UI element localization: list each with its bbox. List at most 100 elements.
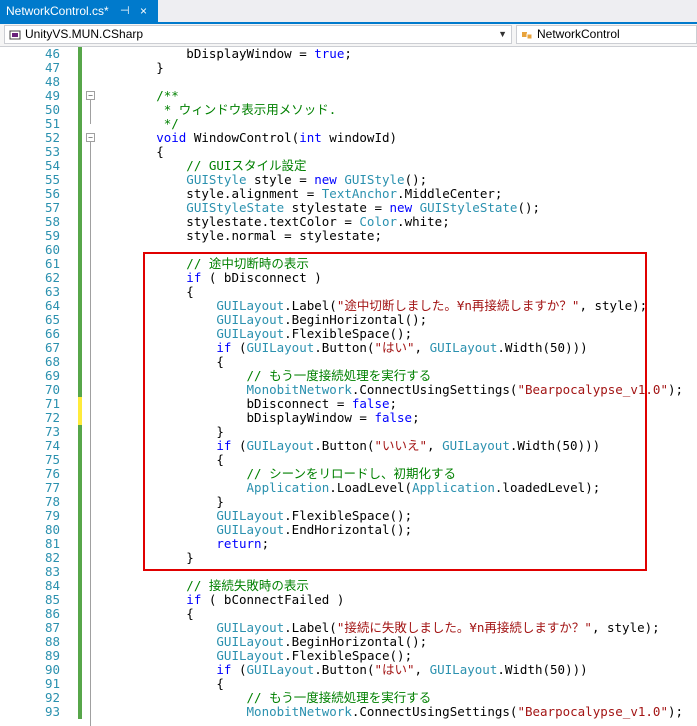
- change-marker: [78, 117, 82, 131]
- code-text: MonobitNetwork.ConnectUsingSettings("Bea…: [96, 382, 684, 397]
- collapse-icon[interactable]: −: [86, 91, 95, 100]
- code-line[interactable]: 64 GUILayout.Label("途中切断しました。¥n再接続しますか？"…: [0, 299, 697, 313]
- code-line[interactable]: 91 {: [0, 677, 697, 691]
- code-line[interactable]: 76 // シーンをリロードし、初期化する: [0, 467, 697, 481]
- code-line[interactable]: 81 return;: [0, 537, 697, 551]
- code-line[interactable]: 68 {: [0, 355, 697, 369]
- code-line[interactable]: 50 * ウィンドウ表示用メソッド.: [0, 103, 697, 117]
- code-line[interactable]: 52 − void WindowControl(int windowId): [0, 131, 697, 145]
- code-line[interactable]: 58 stylestate.textColor = Color.white;: [0, 215, 697, 229]
- class-dropdown[interactable]: NetworkControl: [516, 25, 697, 44]
- code-line[interactable]: 84 // 接続失敗時の表示: [0, 579, 697, 593]
- code-line[interactable]: 46 bDisplayWindow = true;: [0, 47, 697, 61]
- code-text: stylestate.textColor = Color.white;: [96, 214, 450, 229]
- code-line[interactable]: 83: [0, 565, 697, 579]
- code-line[interactable]: 57 GUIStyleState stylestate = new GUISty…: [0, 201, 697, 215]
- line-number: 68: [44, 354, 60, 369]
- code-line[interactable]: 88 GUILayout.BeginHorizontal();: [0, 635, 697, 649]
- change-marker: [78, 229, 82, 243]
- code-editor[interactable]: 46 bDisplayWindow = true; 47 } 48 49− /** 50…: [0, 47, 697, 726]
- code-line[interactable]: 75 {: [0, 453, 697, 467]
- code-line[interactable]: 77 Application.LoadLevel(Application.loa…: [0, 481, 697, 495]
- code-text: if (GUILayout.Button("いいえ", GUILayout.Wi…: [96, 438, 601, 453]
- line-number: 75: [44, 452, 60, 467]
- line-number: 64: [44, 298, 60, 313]
- change-marker: [78, 495, 82, 509]
- change-marker: [78, 369, 82, 383]
- code-line[interactable]: 53 {: [0, 145, 697, 159]
- line-number: 52: [44, 130, 60, 145]
- code-line[interactable]: 59 style.normal = stylestate;: [0, 229, 697, 243]
- code-line[interactable]: 78 }: [0, 495, 697, 509]
- code-line[interactable]: 54 // GUIスタイル設定: [0, 159, 697, 173]
- line-number: 50: [44, 102, 60, 117]
- code-line[interactable]: 49 − /**: [0, 89, 697, 103]
- code-text: void WindowControl(int windowId): [96, 130, 398, 145]
- code-line[interactable]: 86 {: [0, 607, 697, 621]
- change-marker: [78, 607, 82, 621]
- change-marker: [78, 705, 82, 719]
- csharp-project-icon: [9, 30, 21, 40]
- code-line[interactable]: 85 if ( bConnectFailed ): [0, 593, 697, 607]
- code-text: style.normal = stylestate;: [96, 228, 382, 243]
- code-line[interactable]: 70 MonobitNetwork.ConnectUsingSettings("…: [0, 383, 697, 397]
- line-number: 79: [44, 508, 60, 523]
- code-text: GUILayout.BeginHorizontal();: [96, 634, 428, 649]
- code-text: style.alignment = TextAnchor.MiddleCente…: [96, 186, 503, 201]
- code-line[interactable]: 67 if (GUILayout.Button("はい", GUILayout.…: [0, 341, 697, 355]
- change-marker: [78, 453, 82, 467]
- change-marker: [78, 649, 82, 663]
- change-marker: [78, 467, 82, 481]
- navigation-bar: UnityVS.MUN.CSharp ▼ NetworkControl: [0, 24, 697, 47]
- change-marker: [78, 677, 82, 691]
- code-line[interactable]: 74 if (GUILayout.Button("いいえ", GUILayout…: [0, 439, 697, 453]
- line-number: 90: [44, 662, 60, 677]
- code-text: {: [96, 144, 164, 159]
- code-line[interactable]: 82 }: [0, 551, 697, 565]
- code-text: {: [96, 676, 224, 691]
- code-line[interactable]: 60: [0, 243, 697, 257]
- code-line[interactable]: 72 bDisplayWindow = false;: [0, 411, 697, 425]
- change-marker: [78, 691, 82, 705]
- project-name: UnityVS.MUN.CSharp: [25, 27, 144, 41]
- code-line[interactable]: 69 // もう一度接続処理を実行する: [0, 369, 697, 383]
- code-line[interactable]: 71 bDisconnect = false;: [0, 397, 697, 411]
- code-line[interactable]: 87 GUILayout.Label("接続に失敗しました。¥n再接続しますか？…: [0, 621, 697, 635]
- code-line[interactable]: 90 if (GUILayout.Button("はい", GUILayout.…: [0, 663, 697, 677]
- change-marker: [78, 621, 82, 635]
- pin-icon[interactable]: ⊣: [120, 0, 130, 22]
- change-marker: [78, 383, 82, 397]
- code-line[interactable]: 47 }: [0, 61, 697, 75]
- collapse-icon[interactable]: −: [86, 133, 95, 142]
- code-line[interactable]: 79 GUILayout.FlexibleSpace();: [0, 509, 697, 523]
- code-text: // GUIスタイル設定: [96, 158, 307, 173]
- fold-guide: [90, 142, 91, 726]
- line-number: 83: [44, 564, 60, 579]
- code-line[interactable]: 89 GUILayout.FlexibleSpace();: [0, 649, 697, 663]
- code-line[interactable]: 48: [0, 75, 697, 89]
- code-line[interactable]: 93 MonobitNetwork.ConnectUsingSettings("…: [0, 705, 697, 719]
- close-icon[interactable]: ×: [140, 0, 147, 22]
- code-text: {: [96, 354, 224, 369]
- change-marker: [78, 439, 82, 453]
- code-line[interactable]: 61 // 途中切断時の表示: [0, 257, 697, 271]
- code-line[interactable]: 62 if ( bDisconnect ): [0, 271, 697, 285]
- code-text: }: [96, 550, 194, 565]
- tab-title: NetworkControl.cs*: [6, 4, 109, 18]
- code-line[interactable]: 55 GUIStyle style = new GUIStyle();: [0, 173, 697, 187]
- code-line[interactable]: 73 }: [0, 425, 697, 439]
- code-line[interactable]: 80 GUILayout.EndHorizontal();: [0, 523, 697, 537]
- tab-networkcontrol[interactable]: NetworkControl.cs* ⊣ ×: [0, 0, 158, 22]
- code-line[interactable]: 51 */: [0, 117, 697, 131]
- change-marker: [78, 61, 82, 75]
- code-line[interactable]: 66 GUILayout.FlexibleSpace();: [0, 327, 697, 341]
- code-text: // シーンをリロードし、初期化する: [96, 466, 456, 481]
- line-number: 82: [44, 550, 60, 565]
- code-line[interactable]: 92 // もう一度接続処理を実行する: [0, 691, 697, 705]
- project-dropdown[interactable]: UnityVS.MUN.CSharp ▼: [4, 25, 512, 44]
- line-number: 51: [44, 116, 60, 131]
- line-number: 74: [44, 438, 60, 453]
- code-line[interactable]: 56 style.alignment = TextAnchor.MiddleCe…: [0, 187, 697, 201]
- code-line[interactable]: 65 GUILayout.BeginHorizontal();: [0, 313, 697, 327]
- code-line[interactable]: 63 {: [0, 285, 697, 299]
